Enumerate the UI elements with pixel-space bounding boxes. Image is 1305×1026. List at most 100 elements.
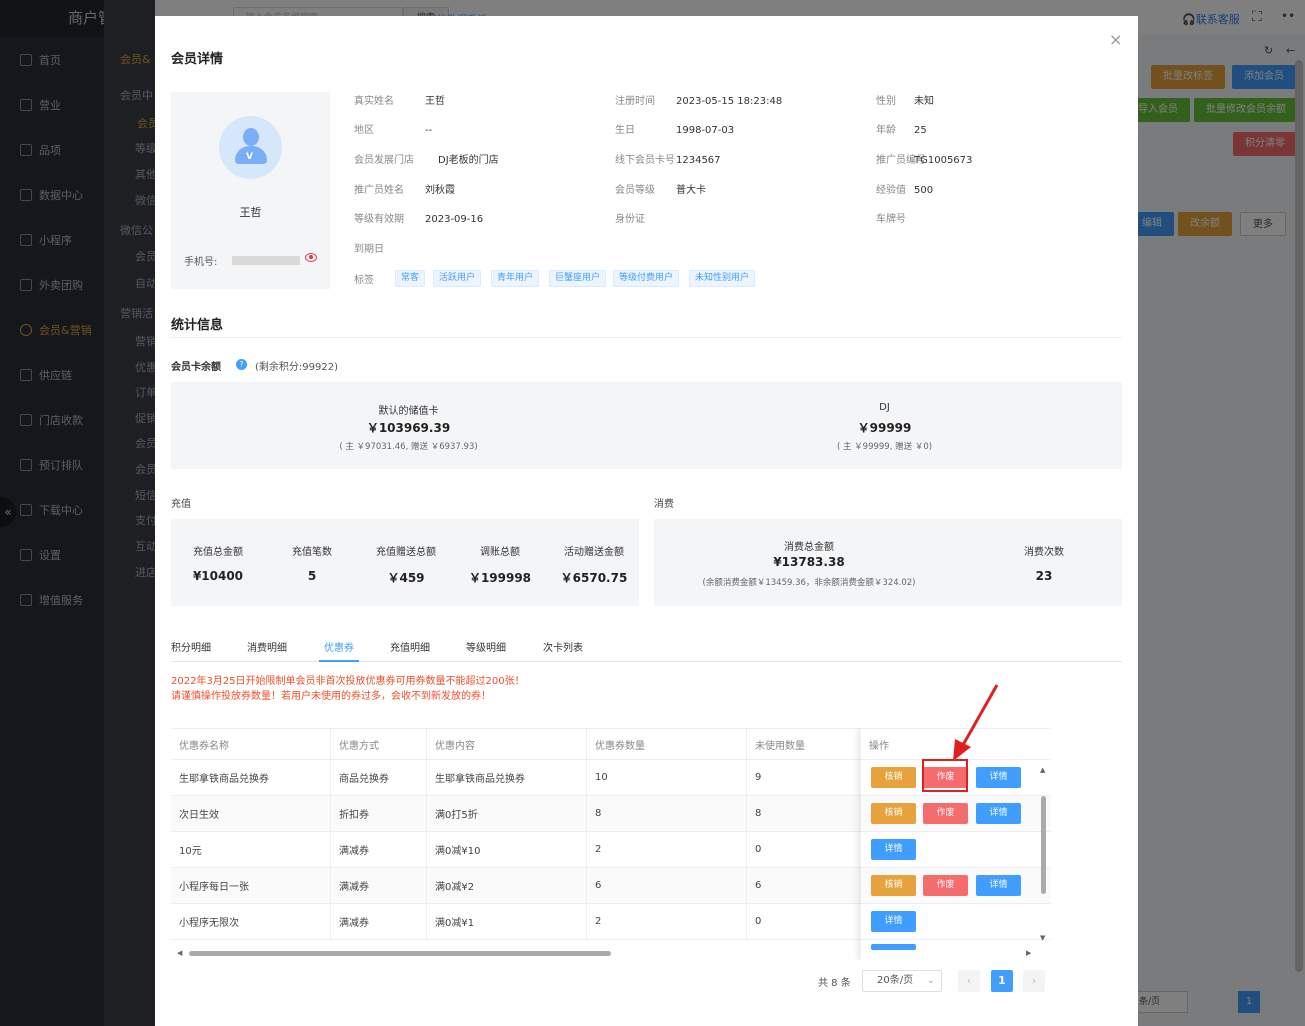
recharge-title: 充值 xyxy=(171,499,191,510)
detail-button[interactable]: 详情 xyxy=(871,911,916,932)
info-field: 等级有效期 2023-09-16 xyxy=(354,210,483,225)
scroll-right-icon[interactable]: ▶ xyxy=(1026,949,1031,957)
operations-row: 详情 xyxy=(861,832,1041,868)
table-cell: 6 xyxy=(755,880,762,891)
pager-size-select[interactable]: 20条/页 ⌄ xyxy=(862,970,942,992)
void-button[interactable]: 作废 xyxy=(923,875,968,896)
scroll-left-icon[interactable]: ◀ xyxy=(177,949,182,957)
help-question-icon[interactable]: ? xyxy=(236,359,247,370)
modal-title: 会员详情 xyxy=(171,52,224,67)
pager-current-page[interactable]: 1 xyxy=(991,970,1013,992)
chevron-down-icon: ⌄ xyxy=(926,975,935,986)
info-field: 年龄 25 xyxy=(876,121,927,136)
info-value: TG1005673 xyxy=(914,155,973,166)
detail-button[interactable]: 详情 xyxy=(976,803,1021,824)
info-field: 地区 -- xyxy=(354,121,432,136)
info-field: 推广员编号TG1005673 xyxy=(876,151,972,166)
card-amount: ￥99999 xyxy=(857,421,912,435)
info-label: 真实姓名 xyxy=(354,96,394,107)
verify-button[interactable]: 核销 xyxy=(871,875,916,896)
info-value: 1234567 xyxy=(676,155,721,166)
member-tag: 未知性别用户 xyxy=(689,270,756,287)
consume-box: 消费总金额 ¥13783.38 (余额消费金额￥13459.36，非余额消费金额… xyxy=(654,519,1122,606)
show-phone-eye-icon[interactable] xyxy=(305,253,317,262)
info-field: 到期日 xyxy=(354,240,425,255)
member-tag: 常客 xyxy=(395,270,426,287)
info-label: 到期日 xyxy=(354,244,384,255)
pager-prev-button[interactable]: ‹ xyxy=(958,970,980,992)
table-cell: 2 xyxy=(587,904,747,939)
table-cell: 10 xyxy=(587,760,747,795)
recharge-label: 充值赠送总额 xyxy=(376,547,436,558)
table-cell: 生耶拿铁商品兑换券 xyxy=(427,760,587,795)
detail-tab[interactable]: 次卡列表 xyxy=(543,639,583,654)
scroll-up-icon[interactable]: ▲ xyxy=(1040,766,1045,774)
detail-tab[interactable]: 充值明细 xyxy=(390,639,430,654)
detail-tab[interactable]: 消费明细 xyxy=(247,639,287,654)
table-horizontal-scrollbar[interactable]: ◀ ▶ xyxy=(171,948,1035,958)
table-cell: 小程序每日一张 xyxy=(171,868,331,903)
recharge-label: 充值笔数 xyxy=(292,547,332,558)
recharge-label: 调账总额 xyxy=(480,547,520,558)
table-cell: 满0减¥1 xyxy=(427,904,587,939)
info-value: 500 xyxy=(914,185,934,196)
table-cell: 9 xyxy=(755,772,762,783)
table-cell: 满减券 xyxy=(331,832,427,867)
stats-title: 统计信息 xyxy=(171,318,224,333)
info-field: 车牌号 xyxy=(876,210,914,225)
stats-divider xyxy=(171,337,1122,338)
active-tab-indicator xyxy=(319,660,359,662)
coupon-table: 优惠券名称 优惠方式 优惠内容 优惠券数量 未使用数量 生耶拿铁商品兑换券 商品兑… xyxy=(171,728,1051,960)
recharge-label: 充值总金额 xyxy=(193,547,243,558)
info-value: 王哲 xyxy=(425,96,445,107)
pager-next-button[interactable]: › xyxy=(1023,970,1045,992)
detail-tab[interactable]: 优惠券 xyxy=(324,639,354,654)
info-label: 年龄 xyxy=(876,125,896,136)
info-value: -- xyxy=(425,125,433,136)
info-field: 会员等级 普大卡 xyxy=(615,181,706,196)
recharge-value: ¥10400 xyxy=(192,569,244,583)
annotation-arrow-icon xyxy=(953,684,999,761)
consume-count-label: 消费次数 xyxy=(1024,547,1064,558)
close-icon[interactable]: × xyxy=(1109,30,1122,49)
column-header: 优惠方式 xyxy=(331,729,427,759)
info-label: 车牌号 xyxy=(876,214,906,225)
table-cell: 次日生效 xyxy=(171,796,331,831)
recharge-value: ￥459 xyxy=(387,571,425,585)
detail-tab[interactable]: 积分明细 xyxy=(171,639,211,654)
detail-button[interactable]: 详情 xyxy=(976,875,1021,896)
info-field: 线下会员卡号1234567 xyxy=(615,151,721,166)
table-cell: 0 xyxy=(755,844,762,855)
info-label: 等级有效期 xyxy=(354,214,404,225)
horizontal-scroll-thumb[interactable] xyxy=(189,951,611,956)
table-cell: 8 xyxy=(587,796,747,831)
detail-button[interactable]: 详情 xyxy=(871,839,916,860)
column-header: 优惠券名称 xyxy=(171,729,331,759)
info-value: DJ老板的门店 xyxy=(438,155,499,166)
verify-button[interactable]: 核销 xyxy=(871,803,916,824)
verify-button[interactable]: 核销 xyxy=(871,767,916,788)
vip-v-icon: V xyxy=(246,152,253,162)
info-value: 未知 xyxy=(914,96,934,107)
info-label: 注册时间 xyxy=(615,96,655,107)
member-tag: 巨蟹座用户 xyxy=(549,270,607,287)
column-header: 未使用数量 xyxy=(755,740,805,752)
info-label: 身份证 xyxy=(615,214,645,225)
consume-count-value: 23 xyxy=(1035,569,1053,583)
scroll-down-icon[interactable]: ▼ xyxy=(1040,934,1045,942)
void-button[interactable]: 作废 xyxy=(923,803,968,824)
info-label: 线下会员卡号 xyxy=(615,155,675,166)
info-label: 性别 xyxy=(876,96,896,107)
balance-cards-box: 默认的储值卡 ￥103969.39 ( 主 ￥97031.46, 赠送 ￥693… xyxy=(171,382,1122,469)
phone-masked-value xyxy=(232,256,300,265)
vertical-scroll-thumb[interactable] xyxy=(1041,796,1046,894)
consume-total-value: ¥13783.38 xyxy=(773,555,845,569)
info-label: 推广员编号 xyxy=(876,155,926,166)
info-field: 推广员姓名 刘秋霞 xyxy=(354,181,455,196)
info-label: 经验值 xyxy=(876,185,906,196)
member-tag: 活跃用户 xyxy=(433,270,482,287)
detail-tab[interactable]: 等级明细 xyxy=(466,639,506,654)
consume-title: 消费 xyxy=(654,499,674,510)
table-vertical-scrollbar[interactable]: ▲ ▼ xyxy=(1038,766,1048,944)
tags-label: 标签 xyxy=(354,275,374,286)
